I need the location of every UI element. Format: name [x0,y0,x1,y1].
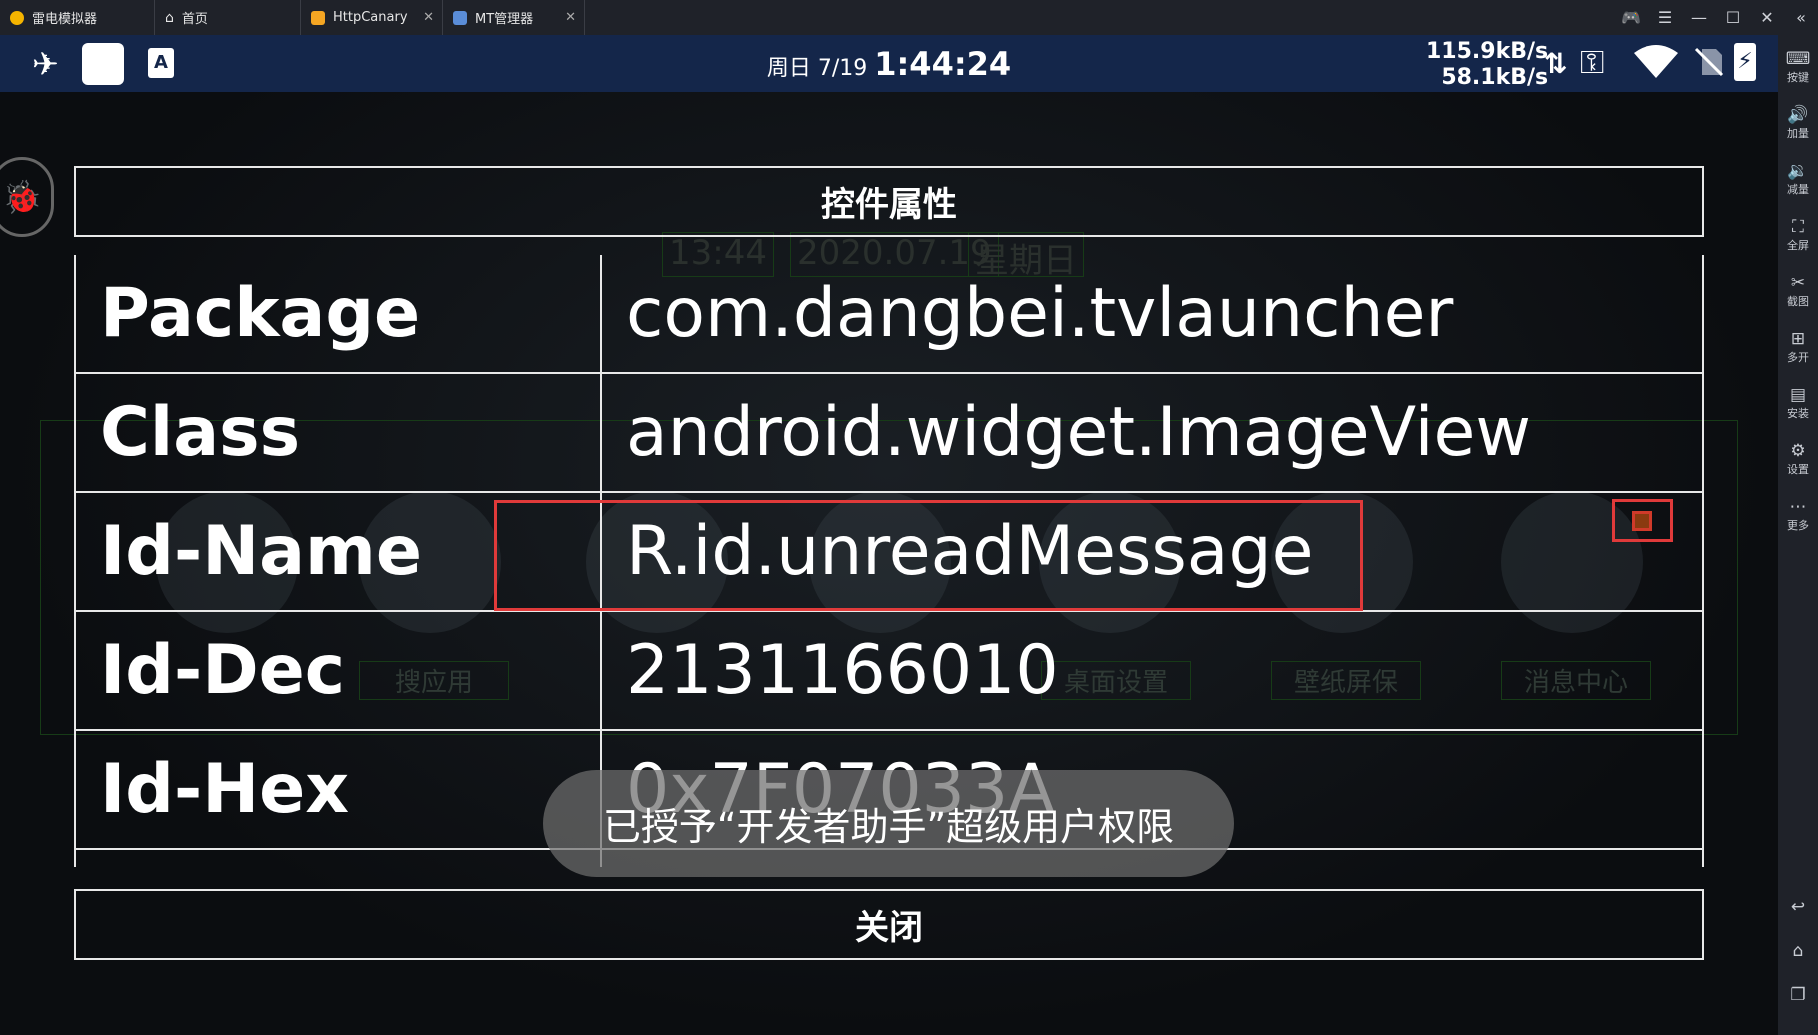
side-label: 多开 [1787,351,1809,364]
scissors-icon: ✂ [1790,273,1806,293]
side-label: 更多 [1787,519,1809,532]
property-key: Id-Name [100,512,422,591]
net-up: 58.1kB/s [1441,65,1549,90]
apk-icon: ▤ [1789,385,1807,405]
more-button[interactable]: ⋯ 更多 [1778,497,1818,533]
target-marker [1632,511,1652,531]
side-label: 安装 [1787,407,1809,420]
toast-message: 已授予“开发者助手”超级用户权限 [543,770,1234,877]
keymap-button[interactable]: ⌨ 按键 [1778,49,1818,85]
home-icon: ⌂ [165,9,174,26]
home-icon: ⌂ [1792,941,1804,961]
date-text: 周日 7/19 [766,56,868,81]
table-row: Id-Dec 2131166010 [76,612,1702,731]
collapse-icon[interactable]: « [1784,8,1818,27]
maximize-icon[interactable]: ☐ [1716,8,1750,27]
back-icon: ↩ [1790,897,1806,917]
mt-manager-icon [453,10,467,25]
time-text: 1:44:24 [874,45,1012,83]
side-label: 按键 [1787,71,1809,84]
tab-label: MT管理器 [475,12,534,27]
fullscreen-icon: ⛶ [1792,217,1804,237]
table-row: Class android.widget.ImageView [76,374,1702,493]
android-screen: 13:44 2020.07.19 星期日 搜应用 桌面设置 壁纸屏保 消息中心 … [0,92,1778,1035]
menu-icon[interactable]: ☰ [1648,8,1682,27]
emulator-side-toolbar: ⌨ 按键 🔊 加量 🔉 减量 ⛶ 全屏 ✂ 截图 ⊞ 多开 ▤ 安装 ⚙ 设置 ⋯ 更多 ↩ ⌂ … [1778,35,1818,1035]
tab-home[interactable]: ⌂ 首页 [155,0,301,35]
recents-icon: ❐ [1790,985,1806,1005]
selected-view-highlight [494,500,1363,611]
volume-up-button[interactable]: 🔊 加量 [1778,105,1818,141]
minimize-icon[interactable]: — [1682,8,1716,27]
volume-down-button[interactable]: 🔉 减量 [1778,161,1818,197]
property-key: Id-Hex [100,750,350,829]
recents-button[interactable]: ❐ [1778,985,1818,1005]
tab-app[interactable]: 雷电模拟器 [0,0,155,35]
tab-label: HttpCanary [333,10,408,25]
fullscreen-button[interactable]: ⛶ 全屏 [1778,217,1818,253]
target-element-highlight [1612,499,1673,542]
close-tab-icon[interactable]: ✕ [423,10,434,25]
close-button[interactable]: 关闭 [74,889,1704,960]
more-icon: ⋯ [1789,497,1807,517]
multi-instance-icon: ⊞ [1790,329,1806,349]
install-apk-button[interactable]: ▤ 安装 [1778,385,1818,421]
data-transfer-icon: ⇅ [1544,47,1568,80]
volume-up-icon: 🔊 [1787,105,1809,125]
side-label: 截图 [1787,295,1809,308]
multi-instance-button[interactable]: ⊞ 多开 [1778,329,1818,365]
tab-label: 首页 [181,12,208,27]
battery-charging-icon: ⚡ [1734,43,1756,81]
tab-httpcanary[interactable]: HttpCanary ✕ [301,0,443,35]
network-speed: 115.9kB/s 58.1kB/s [1426,39,1548,91]
property-key: Package [100,274,421,353]
property-value[interactable]: com.dangbei.tvlauncher [626,255,1453,372]
keyboard-icon: ⌨ [1785,49,1811,69]
close-tab-icon[interactable]: ✕ [565,10,576,25]
property-key: Id-Dec [100,631,346,710]
back-button[interactable]: ↩ [1778,897,1818,917]
volume-down-icon: 🔉 [1787,161,1809,181]
home-button[interactable]: ⌂ [1778,941,1818,961]
screenshot-button[interactable]: ✂ 截图 [1778,273,1818,309]
tab-label: 雷电模拟器 [32,12,98,27]
side-label: 设置 [1787,463,1809,476]
property-value[interactable]: 2131166010 [626,612,1059,729]
android-status-bar: ✈ A 周日 7/19 1:44:24 115.9kB/s 58.1kB/s ⇅… [0,35,1778,92]
ldplayer-logo-icon [10,10,24,25]
side-label: 全屏 [1787,239,1809,252]
settings-button[interactable]: ⚙ 设置 [1778,441,1818,477]
dialog-title: 控件属性 [74,166,1704,237]
close-icon[interactable]: ✕ [1750,8,1784,27]
property-value[interactable]: android.widget.ImageView [626,374,1531,491]
side-label: 加量 [1787,127,1809,140]
table-row: Package com.dangbei.tvlauncher [76,255,1702,374]
tab-mt-manager[interactable]: MT管理器 ✕ [443,0,585,35]
emulator-titlebar: 雷电模拟器 ⌂ 首页 HttpCanary ✕ MT管理器 ✕ 🎮 ☰ — ☐ … [0,0,1818,35]
wifi-icon [1634,45,1678,79]
ladybug-icon[interactable]: 🐞 [0,157,54,237]
net-down: 115.9kB/s [1426,39,1549,64]
vpn-key-icon: ⚿ [1580,43,1605,81]
httpcanary-icon [311,10,325,25]
no-sim-icon [1694,47,1724,77]
gear-icon: ⚙ [1790,441,1806,461]
side-label: 减量 [1787,183,1809,196]
property-key: Class [100,393,301,472]
gamepad-icon[interactable]: 🎮 [1614,8,1648,27]
